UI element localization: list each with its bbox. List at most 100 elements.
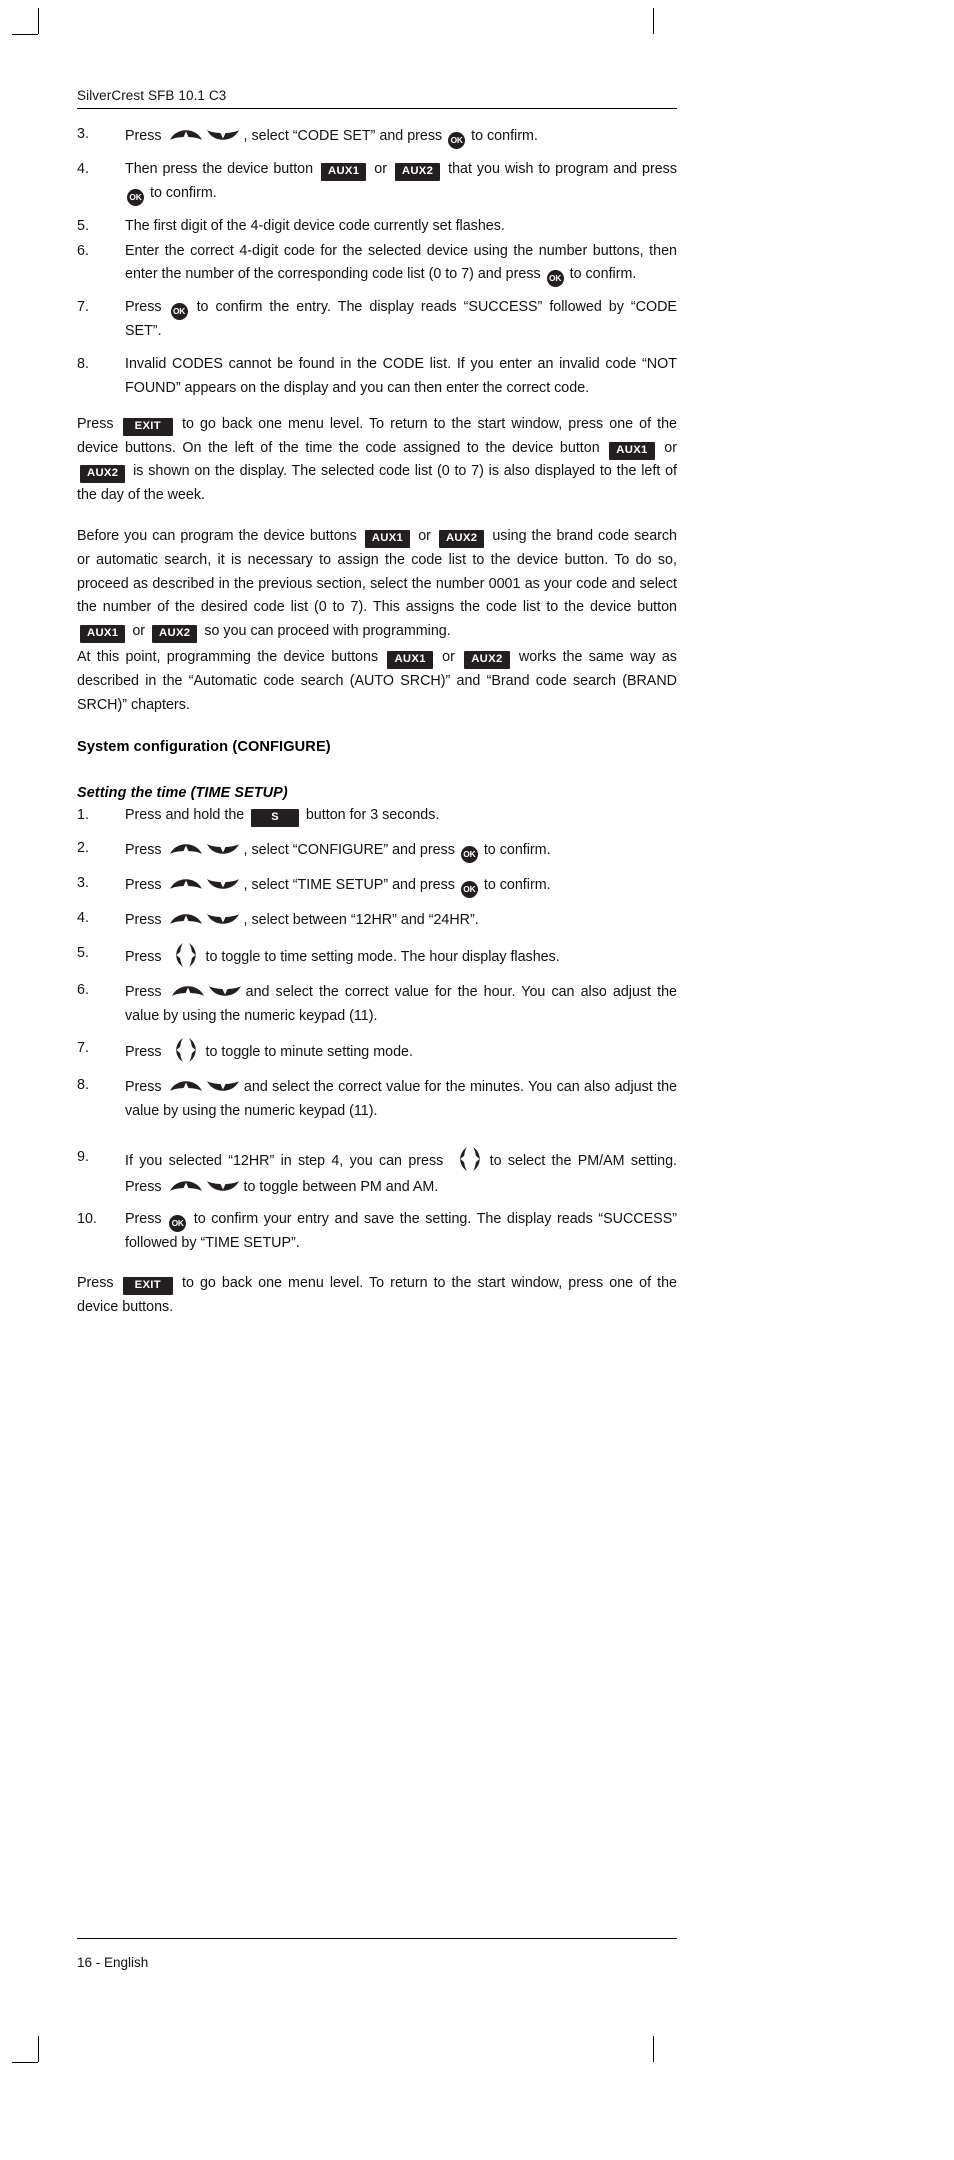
paragraph-text: or bbox=[664, 439, 677, 456]
at-this-point-paragraph: At this point, programming the device bu… bbox=[77, 646, 677, 717]
step-text: Invalid CODES cannot be found in the COD… bbox=[125, 356, 677, 396]
list-item: 8. Invalid CODES cannot be found in the C… bbox=[77, 353, 677, 401]
list-item: 5. The first digit of the 4-digit device … bbox=[77, 215, 677, 239]
list-item: 10. Press OK to confirm your entry and sa… bbox=[77, 1208, 677, 1256]
list-number: 4. bbox=[77, 161, 89, 177]
step-text: Press bbox=[125, 1079, 162, 1096]
step-text: , select “CONFIGURE” and press bbox=[243, 842, 455, 859]
list-number: 7. bbox=[77, 299, 89, 316]
step-text: that you wish to program and press bbox=[448, 161, 677, 177]
page-footer: 16 - English bbox=[77, 1938, 677, 1970]
list-item: 6. Press and select the correct value for… bbox=[77, 979, 677, 1029]
step-text: to toggle to time setting mode. The hour… bbox=[205, 948, 560, 965]
up-down-arrow-icon bbox=[169, 907, 241, 931]
page-content: SilverCrest SFB 10.1 C3 3. Press , select… bbox=[77, 88, 677, 1968]
step-text: to confirm. bbox=[569, 266, 637, 283]
step-text: , select between “12HR” and “24HR”. bbox=[243, 912, 479, 929]
running-head: SilverCrest SFB 10.1 C3 bbox=[77, 88, 227, 103]
exit-paragraph-two: Press EXIT to go back one menu level. To… bbox=[77, 1272, 677, 1320]
list-number: 6. bbox=[77, 981, 89, 998]
crop-mark-bottom-left-horizontal bbox=[12, 2062, 38, 2063]
exit-button-icon: EXIT bbox=[122, 1277, 173, 1296]
step-text: to confirm. bbox=[471, 128, 538, 144]
step-text: Press bbox=[125, 128, 162, 144]
list-item: 8. Press and select the correct value for… bbox=[77, 1074, 677, 1124]
list-item: 6. Enter the correct 4-digit code for the… bbox=[77, 240, 677, 288]
paragraph-text: or bbox=[442, 648, 455, 665]
step-text: to confirm. bbox=[149, 184, 217, 201]
up-down-arrow-icon bbox=[169, 1174, 241, 1198]
footer-rule bbox=[77, 1938, 677, 1939]
crop-mark-top-left-horizontal bbox=[12, 34, 38, 35]
step-text: If you selected “12HR” in step 4, you ca… bbox=[125, 1152, 444, 1169]
header-rule bbox=[77, 108, 677, 109]
aux1-button-icon: AUX1 bbox=[321, 163, 367, 181]
step-text: Press bbox=[125, 299, 162, 316]
list-item: 3. Press , select “CODE SET” and press OK… bbox=[77, 123, 677, 149]
list-number: 1. bbox=[77, 807, 89, 824]
before-program-paragraph: Before you can program the device button… bbox=[77, 525, 677, 644]
step-text: to confirm. bbox=[483, 842, 551, 859]
step-text: Press bbox=[125, 983, 162, 1000]
step-text: , select “CODE SET” and press bbox=[243, 128, 443, 144]
step-text: Press bbox=[125, 948, 162, 965]
list-number: 8. bbox=[77, 1077, 89, 1094]
subsection-heading-setting-the-time: Setting the time (TIME SETUP) bbox=[77, 785, 288, 802]
list-item: 7. Press to toggle to minute setting mode… bbox=[77, 1037, 677, 1065]
ok-button-icon: OK bbox=[127, 188, 144, 206]
list-item: 5. Press to toggle to time setting mode. … bbox=[77, 942, 677, 970]
paragraph-text: Press bbox=[77, 415, 114, 432]
list-number: 9. bbox=[77, 1148, 89, 1165]
up-down-arrow-icon bbox=[169, 1074, 241, 1098]
ok-button-icon: OK bbox=[170, 303, 188, 321]
ok-button-icon: OK bbox=[460, 881, 478, 899]
up-down-arrow-icon bbox=[169, 123, 241, 147]
paragraph-text: so you can proceed with programming. bbox=[204, 623, 451, 640]
code-set-step-list: 3. Press , select “CODE SET” and press OK… bbox=[77, 123, 677, 401]
crop-mark-bottom-right-vertical bbox=[653, 2036, 654, 2062]
aux2-button-icon: AUX2 bbox=[438, 529, 485, 548]
step-text: , select “TIME SETUP” and press bbox=[243, 877, 455, 894]
list-number: 4. bbox=[77, 910, 89, 927]
list-item: 4. Then press the device button AUX1 or A… bbox=[77, 158, 677, 206]
crop-mark-top-left-vertical bbox=[38, 8, 39, 34]
aux2-button-icon: AUX2 bbox=[80, 465, 126, 484]
step-text: button for 3 seconds. bbox=[305, 807, 440, 824]
exit-paragraph-one: Press EXIT to go back one menu level. To… bbox=[77, 413, 677, 508]
step-text: to confirm your entry and save the setti… bbox=[125, 1211, 678, 1252]
paragraph-text: Before you can program the device button… bbox=[77, 527, 357, 544]
ok-button-icon: OK bbox=[546, 270, 564, 288]
paragraph-text: or bbox=[418, 527, 431, 544]
aux2-button-icon: AUX2 bbox=[394, 163, 441, 181]
list-number: 3. bbox=[77, 875, 89, 892]
page-number: 16 - English bbox=[77, 1955, 149, 1970]
step-text: Press bbox=[125, 842, 162, 859]
list-number: 3. bbox=[77, 126, 89, 142]
aux1-button-icon: AUX1 bbox=[387, 650, 433, 669]
crop-mark-top-right-vertical bbox=[653, 8, 654, 34]
up-down-arrow-icon bbox=[171, 979, 243, 1003]
paragraph-text: At this point, programming the device bu… bbox=[77, 648, 379, 665]
step-text: or bbox=[374, 161, 387, 177]
step-text: to confirm. bbox=[483, 877, 551, 894]
list-item: 9. If you selected “12HR” in step 4, you … bbox=[77, 1146, 677, 1200]
ok-button-icon: OK bbox=[448, 132, 466, 149]
list-number: 10. bbox=[77, 1211, 97, 1228]
list-item: 3. Press , select “TIME SETUP” and press … bbox=[77, 872, 677, 899]
step-text: Press bbox=[125, 912, 162, 929]
paragraph-text: or bbox=[132, 623, 146, 640]
up-down-arrow-icon bbox=[169, 872, 241, 896]
list-item: 2. Press , select “CONFIGURE” and press O… bbox=[77, 837, 677, 864]
left-right-arrow-icon bbox=[453, 1146, 487, 1172]
aux1-button-icon: AUX1 bbox=[364, 529, 411, 548]
ok-button-icon: OK bbox=[169, 1215, 187, 1233]
step-text: Press bbox=[125, 1044, 162, 1061]
exit-button-icon: EXIT bbox=[122, 417, 173, 436]
list-number: 5. bbox=[77, 217, 89, 234]
s-button-icon: S bbox=[251, 809, 299, 828]
step-text: Press bbox=[125, 1211, 162, 1228]
up-down-arrow-icon bbox=[169, 837, 241, 861]
step-text: to toggle between PM and AM. bbox=[243, 1178, 439, 1195]
aux2-button-icon: AUX2 bbox=[464, 650, 510, 669]
paragraph-text: is shown on the display. The selected co… bbox=[77, 463, 677, 504]
